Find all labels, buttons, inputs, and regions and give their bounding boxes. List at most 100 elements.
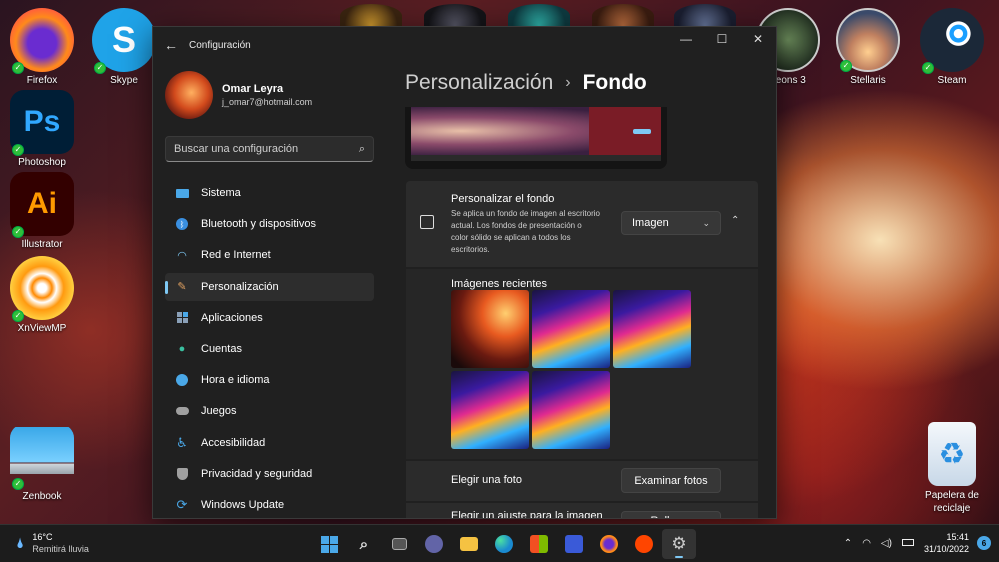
sidebar-item-windows-update[interactable]: ⟳ Windows Update: [165, 491, 374, 518]
search-icon: ⌕: [358, 142, 365, 155]
desktop-icon-photoshop[interactable]: Ps ✓ Photoshop: [2, 90, 82, 168]
recent-image-thumbnail[interactable]: [613, 290, 691, 368]
game-icon[interactable]: [508, 4, 570, 28]
sync-ok-icon: ✓: [12, 62, 24, 74]
title-bar[interactable]: ← Configuración — ☐ ✕: [153, 27, 776, 63]
profile-info: Omar Leyra j_omar7@hotmail.com: [222, 83, 312, 107]
dropdown-value: Imagen: [632, 217, 669, 229]
game-icon[interactable]: [592, 4, 654, 28]
clock-time: 15:41: [946, 532, 969, 542]
sidebar-item-accesibilidad[interactable]: ♿ Accesibilidad: [165, 429, 374, 457]
reddit-button[interactable]: [627, 529, 661, 559]
search-placeholder: Buscar una configuración: [174, 143, 299, 155]
start-button[interactable]: [312, 529, 346, 559]
recent-image-thumbnail[interactable]: [451, 290, 529, 368]
sidebar-item-personalizacion[interactable]: ✎ Personalización: [165, 272, 374, 301]
user-profile[interactable]: Omar Leyra j_omar7@hotmail.com: [165, 71, 312, 119]
desktop-icon-steam[interactable]: ✓ Steam: [912, 8, 992, 86]
skype-glyph: S: [111, 19, 136, 60]
sidebar-item-aplicaciones[interactable]: Aplicaciones: [165, 304, 374, 332]
personalize-background-card: Personalizar el fondo Se aplica un fondo…: [406, 181, 758, 267]
recent-image-thumbnail[interactable]: [451, 371, 529, 449]
choose-photo-label: Elegir una foto: [451, 474, 522, 486]
notification-badge[interactable]: 6: [977, 536, 991, 550]
firefox-taskbar-button[interactable]: [592, 529, 626, 559]
network-icon: ◠: [177, 249, 187, 262]
teams-chat-button[interactable]: [417, 529, 451, 559]
weather-widget[interactable]: 🌢 16°C Remitirá lluvia: [16, 532, 89, 554]
sidebar-item-juegos[interactable]: Juegos: [165, 397, 374, 425]
clock[interactable]: 15:41 31/10/2022: [924, 531, 969, 555]
recent-image-thumbnail[interactable]: [532, 290, 610, 368]
desktop-icon-label: Illustrator: [21, 239, 63, 250]
snip-button[interactable]: [557, 529, 591, 559]
avatar: [165, 71, 213, 119]
background-type-dropdown[interactable]: Imagen ⌄: [621, 211, 721, 235]
minimize-button[interactable]: —: [668, 27, 704, 51]
breadcrumb-parent[interactable]: Personalización: [405, 71, 553, 95]
sync-ok-icon: ✓: [12, 144, 24, 156]
desktop-icon-label: Steam: [937, 75, 967, 86]
settings-taskbar-button[interactable]: ⚙: [662, 529, 696, 559]
game-icon[interactable]: [340, 4, 402, 28]
desktop-icon-recycle-bin[interactable]: ♻ Papelera de reciclaje: [912, 422, 992, 515]
desktop-icon-illustrator[interactable]: Ai ✓ Illustrator: [2, 172, 82, 250]
taskbar: 🌢 16°C Remitirá lluvia ⌕ ⚙ ⌃ ◠ ◁) 15:41 …: [0, 524, 999, 562]
file-explorer-button[interactable]: [452, 529, 486, 559]
sidebar-item-label: Juegos: [201, 405, 237, 418]
taskbar-apps: ⌕ ⚙: [312, 529, 697, 559]
desktop-icon-stellaris[interactable]: ✓ Stellaris: [828, 8, 908, 86]
sidebar-item-label: Aplicaciones: [201, 311, 263, 324]
system-icon: [175, 186, 189, 200]
chevron-up-icon[interactable]: ⌃: [844, 538, 852, 549]
chevron-up-icon[interactable]: ⌃: [731, 215, 739, 226]
recent-images-title: Imágenes recientes: [451, 278, 547, 290]
task-view-button[interactable]: [382, 529, 416, 559]
preview-taskbar: [411, 155, 661, 161]
profile-email: j_omar7@hotmail.com: [222, 97, 313, 107]
volume-icon[interactable]: ◁): [881, 538, 892, 549]
sidebar-item-red[interactable]: ◠ Red e Internet: [165, 241, 374, 269]
sidebar-item-sistema[interactable]: Sistema: [165, 179, 374, 207]
choose-fit-label: Elegir un ajuste para la imagen: [451, 510, 603, 519]
choose-photo-card: Elegir una foto Examinar fotos: [406, 461, 758, 501]
search-input[interactable]: Buscar una configuración ⌕: [165, 136, 374, 162]
battery-icon[interactable]: [901, 538, 914, 549]
recent-image-thumbnail[interactable]: [532, 371, 610, 449]
sync-ok-icon: ✓: [840, 60, 852, 72]
maximize-button[interactable]: ☐: [704, 27, 740, 51]
bluetooth-icon: ᛒ: [175, 217, 189, 231]
sidebar-item-label: Personalización: [201, 280, 279, 293]
game-icon[interactable]: [674, 4, 736, 28]
sidebar-item-cuentas[interactable]: ● Cuentas: [165, 335, 374, 363]
firefox-icon: [600, 535, 618, 553]
wifi-icon[interactable]: ◠: [862, 538, 871, 549]
settings-window: ← Configuración — ☐ ✕ Omar Leyra j_omar7…: [152, 26, 777, 519]
game-icon[interactable]: [424, 4, 486, 28]
firefox-icon: ✓: [10, 8, 74, 74]
sidebar-item-label: Red e Internet: [201, 249, 271, 262]
desktop-icon-firefox[interactable]: ✓ Firefox: [2, 8, 82, 86]
sidebar-item-label: Hora e idioma: [201, 374, 270, 387]
sidebar-item-privacidad[interactable]: Privacidad y seguridad: [165, 460, 374, 488]
reddit-icon: [635, 535, 653, 553]
globe-clock-icon: [175, 373, 189, 387]
taskbar-search-button[interactable]: ⌕: [347, 529, 381, 559]
edge-button[interactable]: [487, 529, 521, 559]
fit-dropdown[interactable]: Rellenar: [621, 511, 721, 518]
sync-ok-icon: ✓: [12, 226, 24, 238]
browse-photos-button[interactable]: Examinar fotos: [621, 468, 721, 493]
snip-icon: [565, 535, 583, 553]
store-button[interactable]: [522, 529, 556, 559]
desktop-icon-xnviewmp[interactable]: ✓ XnViewMP: [2, 256, 82, 334]
sync-ok-icon: ✓: [12, 478, 24, 490]
sidebar-item-bluetooth[interactable]: ᛒ Bluetooth y dispositivos: [165, 210, 374, 238]
sidebar-item-hora[interactable]: Hora e idioma: [165, 366, 374, 394]
recycle-bin-icon: ♻: [928, 422, 976, 486]
weather-temp: 16°C: [32, 532, 53, 542]
close-button[interactable]: ✕: [740, 27, 776, 51]
recent-images-card: Imágenes recientes: [406, 269, 758, 459]
person-icon: ●: [178, 342, 186, 355]
desktop-icon-zenbook[interactable]: ✓ Zenbook: [2, 424, 82, 502]
back-button[interactable]: ←: [153, 37, 189, 53]
